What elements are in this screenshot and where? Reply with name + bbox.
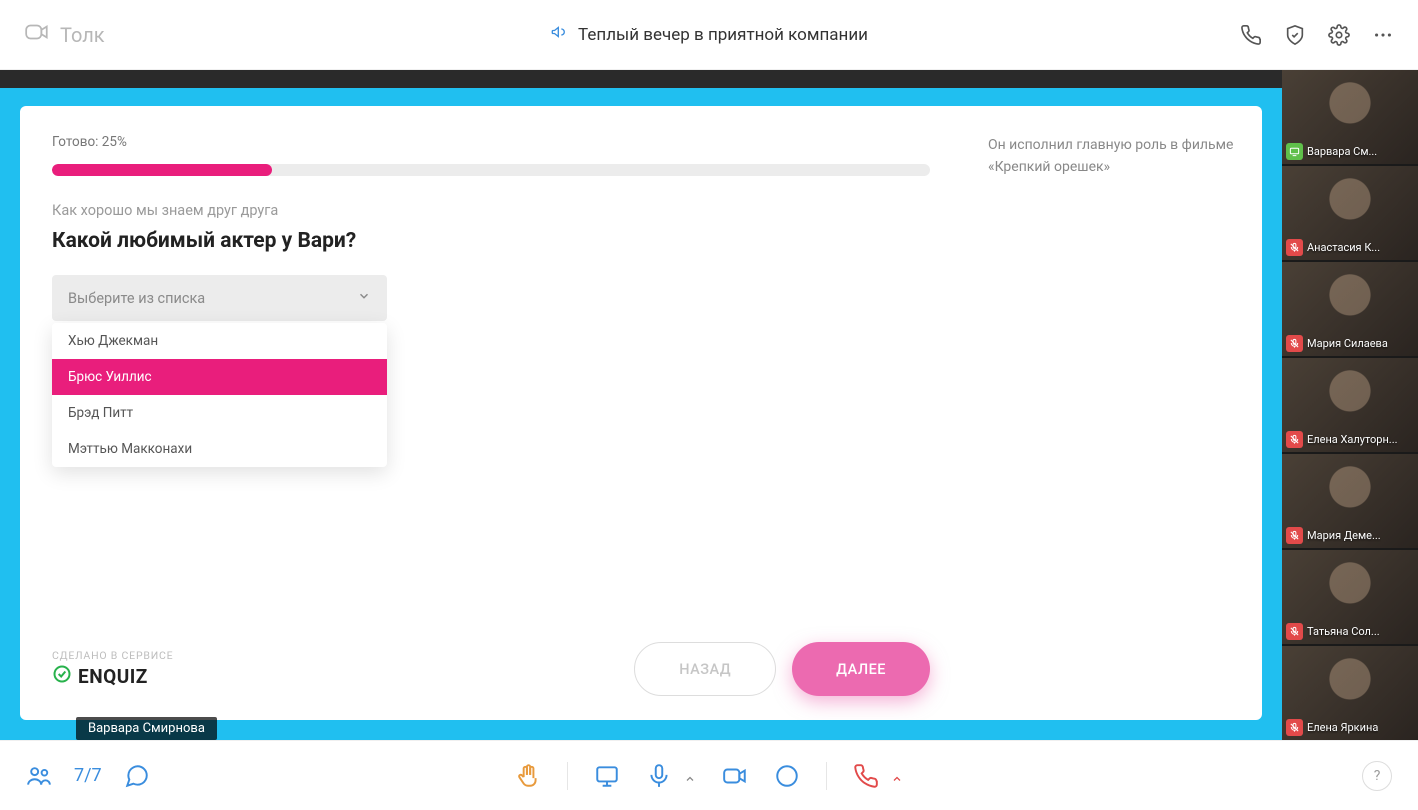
progress-fill	[52, 164, 272, 176]
camera-logo-icon	[24, 19, 50, 50]
quiz-footer: СДЕЛАНО В СЕРВИСЕ ENQUIZ НАЗАД ДАЛЕЕ	[52, 642, 930, 696]
microphone-button[interactable]	[646, 763, 672, 789]
participants-button[interactable]	[26, 763, 52, 789]
back-button[interactable]: НАЗАД	[634, 642, 776, 696]
progress-bar	[52, 164, 930, 176]
participant-tile[interactable]: Елена Халуторн...	[1282, 358, 1418, 452]
check-circle-icon	[52, 664, 72, 689]
mic-muted-icon	[1286, 527, 1303, 544]
leave-options-chevron[interactable]	[891, 770, 903, 782]
participants-strip: Варвара См... Анастасия К... Мария Силаева…	[1282, 70, 1418, 740]
settings-button[interactable]	[1328, 24, 1350, 46]
participant-tile[interactable]: Варвара См...	[1282, 70, 1418, 164]
camera-button[interactable]	[722, 763, 748, 789]
call-in-button[interactable]	[1240, 24, 1262, 46]
top-bar: Толк Теплый вечер в приятной компании	[0, 0, 1418, 70]
dropdown-option[interactable]: Хью Джекман	[52, 323, 387, 359]
app-name: Толк	[60, 23, 105, 47]
brand-name: ENQUIZ	[78, 665, 148, 688]
participant-tile[interactable]: Татьяна Сол...	[1282, 550, 1418, 644]
presenter-label: Варвара Смирнова	[76, 717, 217, 740]
quiz-card: Готово: 25% Как хорошо мы знаем друг дру…	[20, 106, 1262, 720]
mic-muted-icon	[1286, 335, 1303, 352]
chat-button[interactable]	[124, 763, 150, 789]
dropdown-option[interactable]: Брэд Питт	[52, 395, 387, 431]
bottom-toolbar: 7/7 ?	[0, 740, 1418, 810]
select-dropdown: Хью ДжекманБрюс УиллисБрэд ПиттМэттью Ма…	[52, 323, 387, 467]
answer-select: Выберите из списка Хью ДжекманБрюс Уилли…	[52, 275, 387, 321]
dropdown-option[interactable]: Мэттью Макконахи	[52, 431, 387, 467]
participant-name: Мария Деме...	[1307, 529, 1381, 542]
participant-count: 7/7	[74, 765, 102, 786]
mic-muted-icon	[1286, 623, 1303, 640]
mic-muted-icon	[1286, 719, 1303, 736]
quiz-hint: Он исполнил главную роль в фильме «Крепк…	[962, 106, 1262, 720]
leave-call-button[interactable]	[853, 763, 879, 789]
next-button[interactable]: ДАЛЕЕ	[792, 642, 930, 696]
participant-tile[interactable]: Анастасия К...	[1282, 166, 1418, 260]
mic-muted-icon	[1286, 239, 1303, 256]
participant-tile[interactable]: Мария Деме...	[1282, 454, 1418, 548]
quiz-brand: СДЕЛАНО В СЕРВИСЕ ENQUIZ	[52, 649, 173, 689]
quiz-subtitle: Как хорошо мы знаем друг друга	[52, 202, 930, 219]
brand-note: СДЕЛАНО В СЕРВИСЕ	[52, 649, 173, 662]
mic-muted-icon	[1286, 431, 1303, 448]
main-area: Готово: 25% Как хорошо мы знаем друг дру…	[0, 70, 1418, 740]
raise-hand-button[interactable]	[515, 763, 541, 789]
chevron-down-icon	[357, 289, 371, 307]
sharing-indicator-icon	[1286, 143, 1303, 160]
dropdown-option[interactable]: Брюс Уиллис	[52, 359, 387, 395]
record-button[interactable]	[774, 763, 800, 789]
share-screen-button[interactable]	[594, 763, 620, 789]
megaphone-icon	[550, 23, 568, 46]
participant-name: Мария Силаева	[1307, 337, 1388, 350]
meeting-title: Теплый вечер в приятной компании	[550, 23, 868, 46]
shared-screen: Готово: 25% Как хорошо мы знаем друг дру…	[0, 70, 1282, 740]
participant-tile[interactable]: Елена Яркина	[1282, 646, 1418, 740]
meeting-title-text: Теплый вечер в приятной компании	[578, 25, 868, 45]
participant-name: Татьяна Сол...	[1307, 625, 1380, 638]
participant-name: Анастасия К...	[1307, 241, 1380, 254]
mic-options-chevron[interactable]	[684, 770, 696, 782]
select-button[interactable]: Выберите из списка	[52, 275, 387, 321]
participant-name: Елена Яркина	[1307, 721, 1378, 734]
toolbar-center	[515, 762, 903, 790]
quiz-question: Какой любимый актер у Вари?	[52, 229, 930, 253]
more-button[interactable]	[1372, 24, 1394, 46]
help-button[interactable]: ?	[1362, 761, 1392, 791]
participant-name: Елена Халуторн...	[1307, 433, 1398, 446]
shield-icon[interactable]	[1284, 24, 1306, 46]
app-brand: Толк	[24, 19, 105, 50]
participant-name: Варвара См...	[1307, 145, 1377, 158]
select-placeholder: Выберите из списка	[68, 290, 205, 307]
topbar-actions	[1240, 24, 1394, 46]
progress-label: Готово: 25%	[52, 134, 930, 150]
toolbar-left: 7/7	[26, 763, 150, 789]
participant-tile[interactable]: Мария Силаева	[1282, 262, 1418, 356]
